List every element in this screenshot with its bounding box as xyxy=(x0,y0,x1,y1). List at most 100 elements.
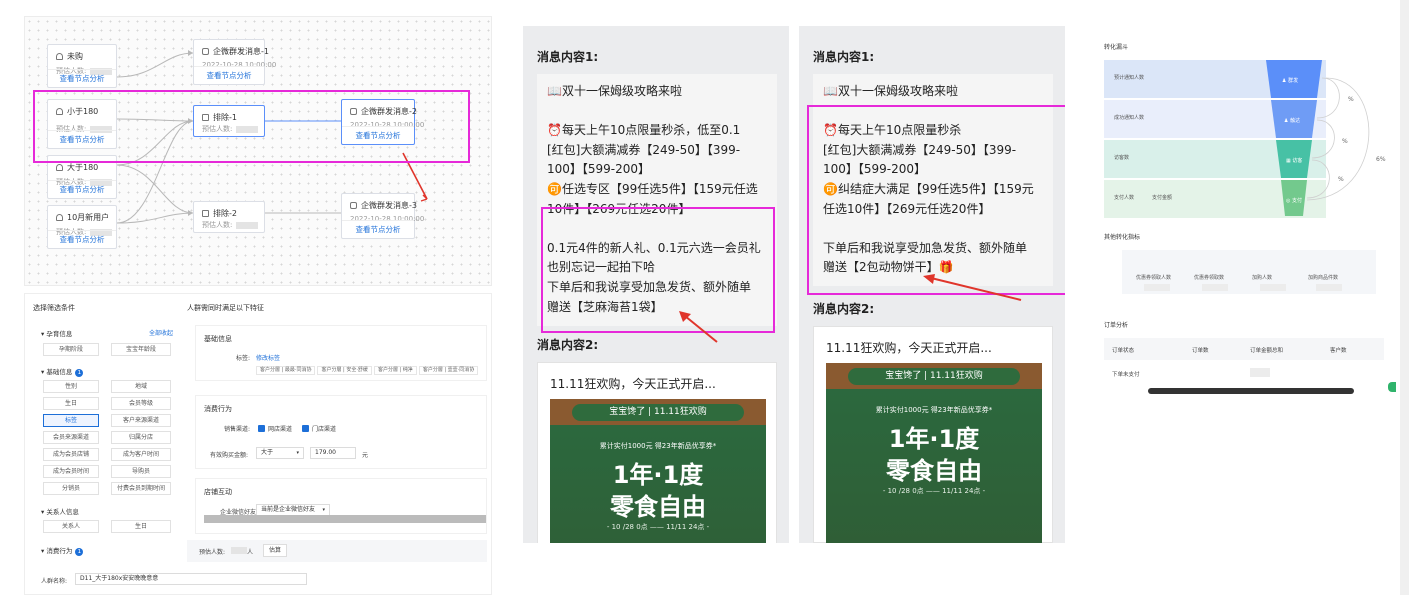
option-gender[interactable]: 性别 xyxy=(43,380,99,393)
criteria-panel-title: 人群需同时满足以下特征 xyxy=(187,304,264,312)
stage-badge: ◎ 支付 xyxy=(1286,198,1302,204)
poster-brand-pill: 宝宝馋了 | 11.11狂欢购 xyxy=(848,368,1020,385)
metric-cart-users: 加购人数 xyxy=(1252,274,1286,291)
option-tag[interactable]: 标签 xyxy=(43,414,99,427)
horizontal-scrollbar[interactable] xyxy=(1148,388,1354,394)
order-col-count: 订单数 xyxy=(1192,348,1209,354)
audience-node-unpurchased[interactable]: 未购 预估人数: 查看节点分析 xyxy=(47,44,117,88)
message-preview-1: 消息内容1: 📖双十一保姆级攻略来啦 ⏰每天上午10点限量秒杀，低至0.1 [红… xyxy=(523,26,789,543)
masked-value xyxy=(236,221,259,229)
option-region[interactable]: 地域 xyxy=(111,380,171,393)
tag-chip[interactable]: 客户分層 | 纯净 xyxy=(373,366,417,375)
option-pregnancy-stage[interactable]: 孕期阶段 xyxy=(43,343,99,356)
poster-date: - 10 /28 0点 —— 11/11 24点 - xyxy=(606,523,710,531)
conversion-rate: % xyxy=(1342,138,1348,145)
section-title: 消费行为 xyxy=(204,405,232,413)
horizontal-scrollbar[interactable] xyxy=(204,515,486,523)
stage-badge: ▦ 访客 xyxy=(1286,158,1303,164)
metric-coupon-count: 优惠券领取数 xyxy=(1194,274,1228,291)
option-relation-birthday[interactable]: 生日 xyxy=(111,520,171,533)
select-value: 大于 xyxy=(261,449,274,456)
option-member-store[interactable]: 成为会员店铺 xyxy=(43,448,99,461)
message-line xyxy=(547,102,767,122)
option-guide[interactable]: 导购员 xyxy=(111,465,171,478)
order-col-status: 订单状态 xyxy=(1112,348,1135,354)
group-relations[interactable]: ▾ 关系人信息 xyxy=(41,506,79,516)
poster-brand-pill: 宝宝馋了 | 11.11狂欢购 xyxy=(572,404,744,421)
vertical-scrollbar[interactable] xyxy=(1400,0,1409,595)
channel-label: 销售渠道: xyxy=(224,426,251,433)
stage-badge-text: 触达 xyxy=(1290,118,1301,124)
group-name: 孕育信息 xyxy=(46,330,73,338)
operator-select[interactable]: 大于 ▾ xyxy=(256,447,304,459)
message-line: [红包]大额满减券【249-50】【399- xyxy=(547,142,741,157)
option-member-time[interactable]: 成为会员时间 xyxy=(43,465,99,478)
section-title: 基础信息 xyxy=(204,335,232,343)
option-paid-expiry[interactable]: 付费会员到期时间 xyxy=(111,482,171,495)
node-estimate-label: 预估人数: xyxy=(202,221,233,229)
filter-panel-title: 选择筛选条件 xyxy=(33,304,75,312)
flow-canvas[interactable]: 未购 预估人数: 查看节点分析 小于180 预估人数: 查看节点分析 大于180… xyxy=(24,16,492,286)
stage-badge-text: 支付 xyxy=(1291,198,1302,204)
option-customer-time[interactable]: 成为客户时间 xyxy=(111,448,171,461)
option-birthday[interactable]: 生日 xyxy=(43,397,99,410)
online-channel-checkbox[interactable]: 网店渠道 xyxy=(258,424,292,433)
node-analysis-link[interactable]: 查看节点分析 xyxy=(48,180,116,195)
message-node-3[interactable]: 企微群发消息-3 2022-10-28 10:00:00 查看节点分析 xyxy=(341,193,424,239)
node-analysis-link[interactable]: 查看节点分析 xyxy=(194,66,264,81)
node-title: 未购 xyxy=(67,52,83,61)
consumption-section: 消费行为 销售渠道: 网店渠道 门店渠道 有效购买金额: 大于 ▾ 179.00 … xyxy=(195,395,487,469)
tag-chip[interactable]: 客户分層 | 壹壹·同消协 xyxy=(418,366,479,375)
tag-chip[interactable]: 客户分層 | 安全·舒缓 xyxy=(317,366,372,375)
group-pregnancy[interactable]: ▾ 孕育信息 xyxy=(41,328,72,338)
message-content-1-label: 消息内容1: xyxy=(537,50,599,64)
estimate-button[interactable]: 估算 xyxy=(263,544,287,557)
node-analysis-link[interactable]: 查看节点分析 xyxy=(48,69,116,84)
metric-label: 加购人数 xyxy=(1252,275,1273,281)
option-relation[interactable]: 关系人 xyxy=(43,520,99,533)
node-title: 10月新用户 xyxy=(67,213,110,222)
poster-date: - 10 /28 0点 —— 11/11 24点 - xyxy=(882,487,986,495)
option-member-source[interactable]: 会员来源渠道 xyxy=(43,431,99,444)
condition-editor: 选择筛选条件 人群需同时满足以下特征 ▾ 孕育信息 全部收起 孕期阶段 宝宝年龄… xyxy=(24,293,492,595)
floating-help-icon[interactable] xyxy=(1388,382,1396,392)
option-customer-source[interactable]: 客户来源渠道 xyxy=(111,414,171,427)
card-title: 11.11狂欢购，今天正式开启... xyxy=(550,377,716,391)
message-content-2-label: 消息内容2: xyxy=(813,302,875,316)
message-content-2-label: 消息内容2: xyxy=(537,338,599,352)
node-analysis-link[interactable]: 查看节点分析 xyxy=(342,220,414,235)
amount-input[interactable]: 179.00 xyxy=(310,447,356,459)
group-basic[interactable]: ▾ 基础信息 1 xyxy=(41,366,84,377)
option-branch[interactable]: 归属分店 xyxy=(111,431,171,444)
store-channel-checkbox[interactable]: 门店渠道 xyxy=(302,424,336,433)
audience-node-new-users[interactable]: 10月新用户 预估人数: 查看节点分析 xyxy=(47,205,117,249)
option-baby-age[interactable]: 宝宝年龄段 xyxy=(111,343,171,356)
stage-badge-text: 群发 xyxy=(1288,78,1299,84)
option-distributor[interactable]: 分销员 xyxy=(43,482,99,495)
masked-value xyxy=(1316,284,1342,291)
caret-down-icon: ▾ xyxy=(296,450,299,456)
funnel-shape xyxy=(1266,60,1370,216)
tag-chip[interactable]: 客户分層 | 最最·同消协 xyxy=(256,366,316,375)
unit-label: 元 xyxy=(362,452,369,459)
checkbox-label: 门店渠道 xyxy=(312,426,337,433)
copy-icon xyxy=(202,210,209,217)
user-icon xyxy=(56,164,63,171)
message-node-1[interactable]: 企微群发消息-1 2022-10-28 10:00:00 查看节点分析 xyxy=(193,39,276,85)
collapse-all-link[interactable]: 全部收起 xyxy=(149,328,173,337)
group-consumption[interactable]: ▾ 消费行为 1 xyxy=(41,545,84,556)
option-member-level[interactable]: 会员等级 xyxy=(111,397,171,410)
amount-label: 有效购买金额: xyxy=(210,452,249,459)
message-line: 100】【599-200】 xyxy=(547,162,651,177)
message-content-1-label: 消息内容1: xyxy=(813,50,875,64)
stage-badge: ♟ 触达 xyxy=(1284,118,1301,124)
audience-name-input[interactable]: D11_大于180x安安晚晚意意 xyxy=(75,573,307,585)
message-card-2[interactable]: 11.11狂欢购，今天正式开启... 宝宝馋了 | 11.11狂欢购 累计实付1… xyxy=(813,326,1053,543)
message-card-2[interactable]: 11.11狂欢购，今天正式开启... 宝宝馋了 | 11.11狂欢购 累计实付1… xyxy=(537,362,777,543)
store-interaction-section: 店铺互动 企业微信好友: 当前是企业微信好友 ▾ xyxy=(195,478,487,534)
user-icon xyxy=(56,214,63,221)
exclude-node-2[interactable]: 排除-2 预估人数: xyxy=(193,201,265,233)
edit-tags-link[interactable]: 修改标签 xyxy=(256,353,280,362)
node-analysis-link[interactable]: 查看节点分析 xyxy=(48,230,116,245)
message-line: 📖双十一保姆级攻略来啦 xyxy=(823,84,958,98)
